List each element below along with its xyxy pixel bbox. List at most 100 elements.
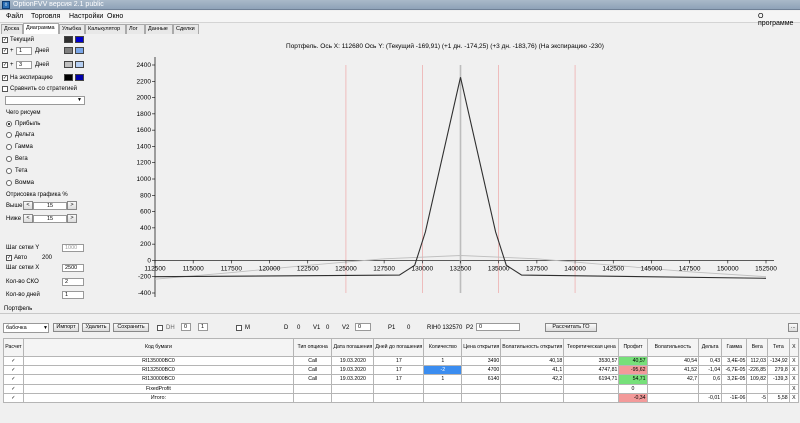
draw-option-vega[interactable]: Вега <box>6 154 28 163</box>
more-button[interactable]: ... <box>788 323 798 332</box>
below-input[interactable]: 15 <box>33 214 67 223</box>
radio-theta[interactable] <box>6 167 12 174</box>
menu-file[interactable]: Файл <box>6 13 23 20</box>
column-header[interactable]: X <box>788 338 800 357</box>
draw-option-theta[interactable]: Тета <box>6 166 27 175</box>
column-header[interactable]: Гамма <box>721 338 748 357</box>
column-header[interactable]: Волатильность открытия <box>500 338 565 357</box>
tab-log[interactable]: Лог <box>126 24 145 34</box>
calc-checkbox[interactable]: ✓ <box>3 383 24 394</box>
calc-checkbox[interactable]: ✓ <box>3 392 24 403</box>
menu-about[interactable]: О программе <box>758 13 800 27</box>
menu-trading[interactable]: Торговля <box>31 13 60 20</box>
radio-gamma[interactable] <box>6 143 12 150</box>
column-header[interactable]: Дата погашения <box>331 338 375 357</box>
draw-option-delta[interactable]: Дельта <box>6 130 34 139</box>
remove-row-button[interactable]: X <box>788 365 800 376</box>
dh-input-1[interactable]: 0 <box>181 323 191 331</box>
column-header[interactable]: Теоретическая цена <box>563 338 620 357</box>
current-color-1[interactable] <box>64 36 73 43</box>
table-cell[interactable]: 1 <box>423 374 463 385</box>
plus3-days-input[interactable]: 3 <box>16 60 32 69</box>
plus3-color-2[interactable] <box>75 61 84 68</box>
column-header[interactable]: Волатильность <box>646 338 700 357</box>
draw-option-profit[interactable]: Прибыль <box>6 119 40 128</box>
column-header[interactable]: Расчет <box>3 338 24 357</box>
calc-checkbox[interactable]: ✓ <box>3 365 24 376</box>
strategy-dropdown[interactable]: ▼ <box>5 96 85 105</box>
draw-option-gamma[interactable]: Гамма <box>6 142 33 151</box>
column-header[interactable]: Профит <box>618 338 648 357</box>
above-input[interactable]: 15 <box>33 201 67 210</box>
days-input[interactable]: 1 <box>62 290 84 299</box>
table-row[interactable]: ✓ RI130000BC0 Call 19.03.2020 17 1 6140 42,2 619… <box>3 374 800 385</box>
radio-vomma[interactable] <box>6 179 12 186</box>
plus1-days-input[interactable]: 1 <box>16 46 32 55</box>
table-row[interactable]: ✓ RI132500BC0 Call 19.03.2020 17 -2 4700 41,1 47… <box>3 365 800 376</box>
column-header[interactable]: Дельта <box>698 338 723 357</box>
save-button[interactable]: Сохранить <box>113 323 149 332</box>
table-cell[interactable]: 1 <box>423 355 463 367</box>
p2-input[interactable]: 0 <box>476 323 520 331</box>
import-button[interactable]: Импорт <box>53 323 79 332</box>
table-cell <box>461 392 502 403</box>
expiry-checkbox[interactable]: ✓ <box>2 74 8 81</box>
column-header[interactable]: Количество <box>423 338 463 357</box>
expiry-color-2[interactable] <box>75 74 84 81</box>
sko-input[interactable]: 2 <box>62 277 84 286</box>
radio-delta[interactable] <box>6 131 12 138</box>
remove-row-button[interactable]: X <box>788 392 800 403</box>
calc-checkbox[interactable]: ✓ <box>3 355 24 367</box>
column-header[interactable]: Код бумаги <box>22 338 294 357</box>
plus1-color-2[interactable] <box>75 47 84 54</box>
tab-smile[interactable]: Улыбка <box>59 24 85 34</box>
current-color-2[interactable] <box>75 36 84 43</box>
radio-profit[interactable] <box>6 120 12 127</box>
plus1-color-1[interactable] <box>64 47 73 54</box>
current-checkbox[interactable]: ✓ <box>2 36 8 43</box>
compare-checkbox[interactable] <box>2 85 8 92</box>
menu-settings[interactable]: Настройки <box>69 13 103 20</box>
remove-row-button[interactable]: X <box>788 355 800 367</box>
below-decrement-button[interactable]: < <box>23 214 33 223</box>
table-cell[interactable] <box>423 383 463 394</box>
v2-input[interactable]: 0 <box>355 323 371 331</box>
plus3-checkbox[interactable]: ✓ <box>2 61 8 68</box>
tab-calculator[interactable]: Калькулятор <box>85 24 126 34</box>
menu-window[interactable]: Окно <box>107 13 123 20</box>
table-row[interactable]: ✓ RI135000BC0 Call 19.03.2020 17 1 3490 40,18 35… <box>3 355 800 367</box>
x-tick-label: 112500 <box>144 265 166 272</box>
table-row[interactable]: ✓ Итого: -0,34 -0,01 -1E-06 -5 5,58 X <box>3 392 800 403</box>
above-increment-button[interactable]: > <box>67 201 77 210</box>
tab-data[interactable]: Данные <box>145 24 173 34</box>
tab-trades[interactable]: Сделки <box>173 24 199 34</box>
tab-board[interactable]: Доска <box>1 24 23 34</box>
column-header[interactable]: Дней до погашения <box>373 338 425 357</box>
calc-checkbox[interactable]: ✓ <box>3 374 24 385</box>
table-cell[interactable]: -2 <box>423 365 463 376</box>
delete-button[interactable]: Удалить <box>82 323 110 332</box>
above-decrement-button[interactable]: < <box>23 201 33 210</box>
dh-checkbox[interactable] <box>157 325 163 331</box>
step-y-input[interactable]: 1000 <box>62 243 84 252</box>
column-header[interactable]: Тип опциона <box>292 338 333 357</box>
auto-checkbox[interactable]: ✓ <box>6 254 12 261</box>
table-row[interactable]: ✓ FixedProfit 0 X <box>3 383 800 394</box>
column-header[interactable]: Цена открытия <box>461 338 502 357</box>
plus1-checkbox[interactable]: ✓ <box>2 47 8 54</box>
radio-vega[interactable] <box>6 155 12 162</box>
draw-option-vomma[interactable]: Вомма <box>6 178 34 187</box>
remove-row-button[interactable]: X <box>788 383 800 394</box>
m-checkbox[interactable] <box>236 325 242 331</box>
column-header[interactable]: Тета <box>767 338 790 357</box>
table-cell[interactable] <box>423 392 463 403</box>
calculate-margin-button[interactable]: Рассчитать ГО <box>545 323 597 332</box>
tab-diagram[interactable]: Диаграмма <box>23 23 59 34</box>
remove-row-button[interactable]: X <box>788 374 800 385</box>
step-x-input[interactable]: 2500 <box>62 263 84 272</box>
plus3-color-1[interactable] <box>64 61 73 68</box>
column-header[interactable]: Вега <box>746 338 769 357</box>
below-increment-button[interactable]: > <box>67 214 77 223</box>
dh-input-2[interactable]: 1 <box>198 323 208 331</box>
expiry-color-1[interactable] <box>64 74 73 81</box>
